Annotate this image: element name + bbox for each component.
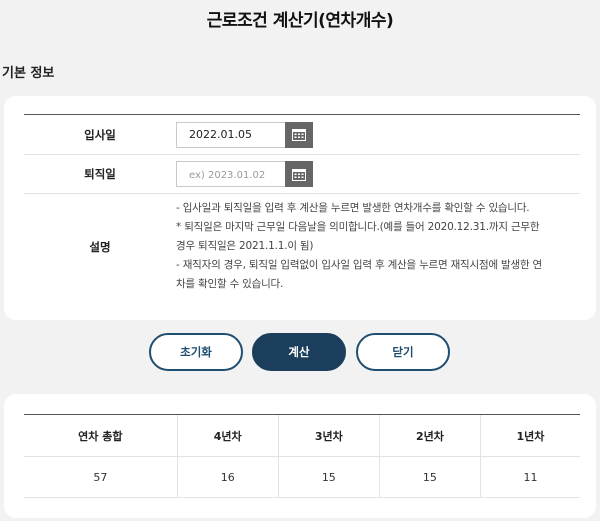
leave-date-calendar-button[interactable] bbox=[285, 161, 313, 187]
result-header-year3: 3년차 bbox=[277, 414, 380, 457]
join-date-input[interactable] bbox=[176, 121, 285, 148]
result-table: 연차 총합 4년차 3년차 2년차 1년차 57 16 15 15 11 bbox=[24, 414, 580, 498]
section-title: 기본 정보 bbox=[2, 66, 55, 81]
description-row: 설명 - 입사일과 퇴직일을 입력 후 계산을 누르면 발생한 연차개수를 확인… bbox=[24, 194, 580, 299]
basic-info-table: 입사일 2022.01.05 퇴직일 ex) 2023.01.02 설명 - 입… bbox=[24, 114, 580, 299]
result-value-row: 57 16 15 15 11 bbox=[24, 456, 580, 498]
leave-date-label: 퇴직일 bbox=[84, 167, 116, 181]
page-title: 근로조건 계산기(연차개수) bbox=[206, 11, 394, 31]
result-value-year3: 15 bbox=[277, 456, 380, 498]
description-line: - 입사일과 퇴직일을 입력 후 계산을 누르면 발생한 연차개수를 확인할 수… bbox=[176, 202, 530, 214]
result-value-year4: 16 bbox=[176, 456, 279, 498]
calendar-icon bbox=[292, 129, 306, 141]
close-button[interactable]: 닫기 bbox=[356, 333, 450, 371]
description-label: 설명 bbox=[89, 239, 111, 254]
description-line: * 퇴직일은 마지막 근무일 다음날을 의미합니다.(예를 들어 2020.12… bbox=[176, 221, 540, 252]
result-value-total: 57 bbox=[24, 456, 178, 498]
result-value-year1: 11 bbox=[479, 456, 580, 498]
result-header-year4: 4년차 bbox=[176, 414, 279, 457]
calculate-button[interactable]: 계산 bbox=[252, 333, 346, 371]
basic-info-card: 입사일 2022.01.05 퇴직일 ex) 2023.01.02 설명 - 입… bbox=[4, 96, 596, 320]
result-header-row: 연차 총합 4년차 3년차 2년차 1년차 bbox=[24, 414, 580, 457]
calendar-icon bbox=[292, 168, 306, 181]
join-date-label: 입사일 bbox=[84, 127, 116, 142]
leave-date-input[interactable] bbox=[176, 161, 285, 187]
result-header-year2: 2년차 bbox=[378, 414, 481, 457]
reset-button[interactable]: 초기화 bbox=[149, 333, 243, 371]
result-header-year1: 1년차 bbox=[479, 414, 580, 457]
result-value-year2: 15 bbox=[378, 456, 481, 498]
description-text: - 입사일과 퇴직일을 입력 후 계산을 누르면 발생한 연차개수를 확인할 수… bbox=[176, 199, 580, 294]
result-card: 연차 총합 4년차 3년차 2년차 1년차 57 16 15 15 11 bbox=[4, 394, 596, 518]
leave-date-row: 퇴직일 bbox=[24, 155, 580, 194]
join-date-calendar-button[interactable] bbox=[285, 121, 313, 148]
result-header-total: 연차 총합 bbox=[24, 414, 178, 457]
description-line: - 재직자의 경우, 퇴직일 입력없이 입사일 입력 후 계산을 누르면 재직시… bbox=[176, 259, 543, 290]
join-date-row: 입사일 bbox=[24, 115, 580, 155]
